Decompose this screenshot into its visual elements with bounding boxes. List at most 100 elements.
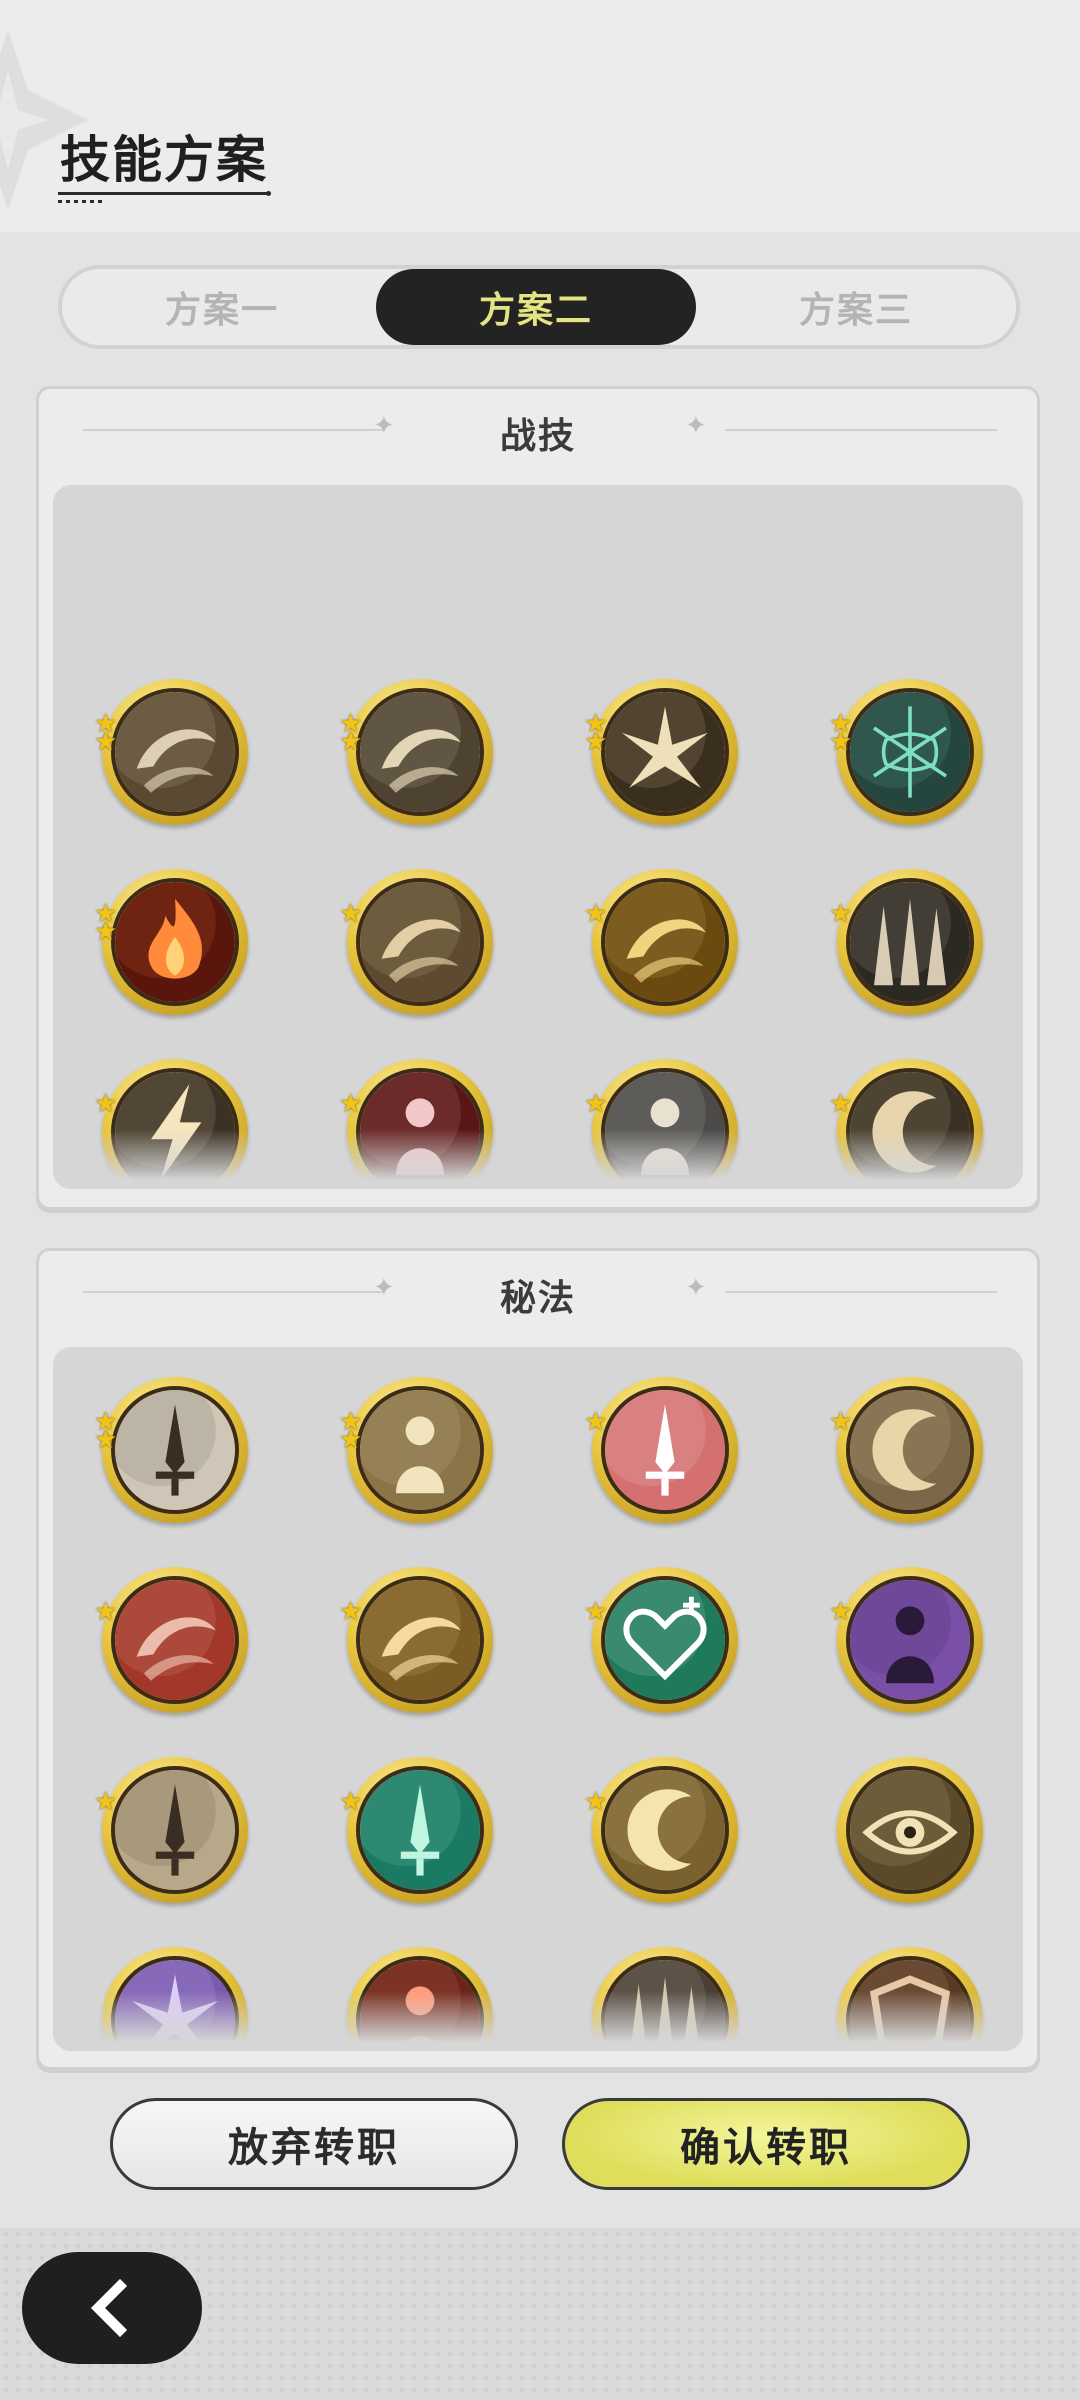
star-icon: ★ bbox=[829, 1089, 853, 1119]
secret-skill-4[interactable]: ★ bbox=[829, 1377, 983, 1523]
star-rating: ★ bbox=[584, 1597, 610, 1627]
battle-skill-6[interactable]: ★ bbox=[339, 869, 493, 1015]
star-rating: ★ bbox=[94, 1787, 120, 1817]
secret-skill-8[interactable]: ★ bbox=[829, 1567, 983, 1713]
star-icon: ★ bbox=[94, 917, 118, 947]
heal-sword-icon bbox=[601, 1386, 729, 1514]
star-icon: ★ bbox=[584, 1787, 608, 1817]
crescent-guard-icon bbox=[601, 1766, 729, 1894]
star-rating: ★ ★ bbox=[829, 711, 855, 755]
secret-skill-13[interactable] bbox=[102, 1947, 248, 2051]
star-icon: ★ bbox=[584, 1597, 608, 1627]
secret-skill-grid: ★ ★ ★ ★ ★ ★ ★ ★ ★ ★ ★ ★ ★ bbox=[53, 1347, 1023, 2051]
divider-right bbox=[725, 429, 997, 431]
star-icon: ★ bbox=[829, 1597, 853, 1627]
secret-skill-16[interactable] bbox=[837, 1947, 983, 2051]
sword-buff-icon bbox=[111, 1766, 239, 1894]
star-rating: ★ bbox=[829, 1407, 855, 1437]
star-icon: ★ bbox=[94, 1597, 118, 1627]
battle-skill-8[interactable]: ★ bbox=[829, 869, 983, 1015]
divider-right bbox=[725, 1291, 997, 1293]
fire-icon bbox=[111, 878, 239, 1006]
armor-icon bbox=[356, 1386, 484, 1514]
battle-skill-1[interactable]: ★ ★ bbox=[94, 679, 248, 825]
star-icon: ★ bbox=[94, 1787, 118, 1817]
header-band bbox=[0, 0, 1080, 232]
back-button[interactable] bbox=[22, 2252, 202, 2364]
star-icon: ★ bbox=[339, 1787, 363, 1817]
heart-heal-icon bbox=[601, 1576, 729, 1704]
battle-skill-7[interactable]: ★ bbox=[584, 869, 738, 1015]
star-icon: ★ bbox=[584, 1089, 608, 1119]
star-rating: ★ bbox=[584, 1089, 610, 1119]
battle-skill-9[interactable]: ★ bbox=[94, 1059, 248, 1189]
sparkle-icon: ✦ bbox=[685, 1273, 707, 1303]
secret-skill-14[interactable] bbox=[347, 1947, 493, 2051]
star-rating: ★ bbox=[584, 1787, 610, 1817]
title-dot bbox=[266, 191, 271, 196]
tab-plan-3[interactable]: 方案三 bbox=[696, 269, 1016, 345]
lightning-strike-icon bbox=[111, 1068, 239, 1189]
star-rating: ★ bbox=[584, 901, 610, 927]
confirm-job-change-button[interactable]: 确认转职 bbox=[562, 2098, 970, 2190]
star-rating: ★ bbox=[339, 1597, 365, 1627]
battle-skill-11[interactable]: ★ bbox=[584, 1059, 738, 1189]
secret-skill-10[interactable]: ★ bbox=[339, 1757, 493, 1903]
secret-skill-5[interactable]: ★ bbox=[94, 1567, 248, 1713]
star-icon: ★ bbox=[339, 1425, 363, 1455]
page-title: 技能方案 bbox=[60, 131, 268, 189]
battle-skill-3[interactable]: ★ ★ bbox=[584, 679, 738, 825]
secret-skill-1[interactable]: ★ ★ bbox=[94, 1377, 248, 1523]
battle-skills-panel: ✦ 战技 ✦ ★ ★ ★ ★ ★ ★ ★ ★ ★ ★ ★ ★ ★ ★ ★ ★ ★ bbox=[36, 386, 1040, 1210]
eye-icon bbox=[846, 1766, 974, 1894]
battle-skill-5[interactable]: ★ ★ bbox=[94, 869, 248, 1015]
golden-vortex-icon bbox=[601, 878, 729, 1006]
battle-skill-grid: ★ ★ ★ ★ ★ ★ ★ ★ ★ ★ ★ ★ ★ ★ ★ ★ ★ bbox=[53, 485, 1023, 1189]
back-arrow-icon bbox=[90, 2278, 128, 2338]
star-rating: ★ ★ bbox=[339, 711, 365, 757]
star-rating: ★ ★ bbox=[584, 711, 610, 755]
abandon-job-change-button[interactable]: 放弃转职 bbox=[110, 2098, 518, 2190]
star-icon: ★ bbox=[339, 899, 363, 929]
star-icon: ★ bbox=[339, 1597, 363, 1627]
sparkle-icon: ✦ bbox=[685, 411, 707, 441]
plan-tabs: 方案一 方案二 方案三 bbox=[58, 265, 1020, 349]
star-icon: ★ bbox=[584, 1407, 608, 1437]
jade-blade-icon bbox=[356, 1766, 484, 1894]
title-underline bbox=[58, 192, 268, 195]
light-burst-icon bbox=[601, 688, 729, 816]
whirlwind-icon bbox=[356, 688, 484, 816]
spiderweb-icon bbox=[846, 688, 974, 816]
star-rating: ★ bbox=[339, 1787, 365, 1817]
tab-plan-1[interactable]: 方案一 bbox=[62, 269, 382, 345]
golden-swirl-icon bbox=[356, 1576, 484, 1704]
battle-skill-2[interactable]: ★ ★ bbox=[339, 679, 493, 825]
battle-skill-12[interactable]: ★ bbox=[829, 1059, 983, 1189]
star-icon: ★ bbox=[829, 1407, 853, 1437]
secret-skill-6[interactable]: ★ bbox=[339, 1567, 493, 1713]
secret-skill-7[interactable]: ★ bbox=[584, 1567, 738, 1713]
secret-skill-11[interactable]: ★ bbox=[584, 1757, 738, 1903]
secret-skill-2[interactable]: ★ ★ bbox=[339, 1377, 493, 1523]
star-rating: ★ bbox=[94, 1597, 120, 1627]
secret-skill-12[interactable] bbox=[837, 1757, 983, 1903]
tornado-icon bbox=[356, 878, 484, 1006]
star-icon: ★ bbox=[339, 1089, 363, 1119]
secret-skills-panel: ✦ 秘法 ✦ ★ ★ ★ ★ ★ ★ ★ ★ ★ ★ ★ ★ ★ bbox=[36, 1248, 1040, 2070]
secret-skill-9[interactable]: ★ bbox=[94, 1757, 248, 1903]
star-rating: ★ ★ bbox=[339, 1409, 365, 1455]
star-rating: ★ ★ bbox=[94, 901, 120, 947]
cat-dash-icon bbox=[846, 1576, 974, 1704]
star-rating: ★ bbox=[829, 901, 855, 927]
battle-skill-10[interactable]: ★ bbox=[339, 1059, 493, 1189]
warrior-sword-icon bbox=[356, 1068, 484, 1189]
star-rating: ★ bbox=[339, 899, 365, 929]
tab-plan-2[interactable]: 方案二 bbox=[376, 269, 696, 345]
star-icon: ★ bbox=[339, 727, 363, 757]
secret-skill-3[interactable]: ★ bbox=[584, 1377, 738, 1523]
section-title-secret: 秘法 bbox=[499, 1278, 576, 1319]
battle-skill-4[interactable]: ★ ★ bbox=[829, 679, 983, 825]
star-rating: ★ ★ bbox=[94, 711, 120, 755]
secret-skill-15[interactable] bbox=[592, 1947, 738, 2051]
scroll-icon bbox=[111, 1576, 239, 1704]
